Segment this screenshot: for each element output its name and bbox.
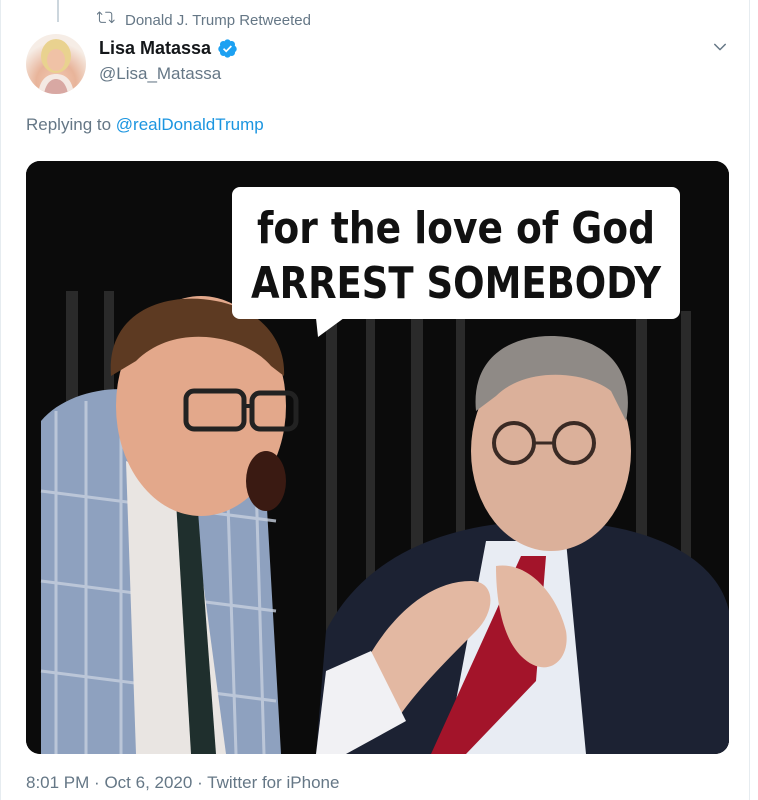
reply-mention-link[interactable]: @realDonaldTrump (116, 115, 264, 134)
media-speech-bubble: for the love of God ARREST SOMEBODY (232, 187, 680, 337)
replying-to-prefix: Replying to (26, 115, 116, 134)
author-handle[interactable]: @Lisa_Matassa (99, 64, 221, 84)
replying-to: Replying to @realDonaldTrump (26, 115, 264, 135)
tweet-card: Donald J. Trump Retweeted Lisa Matassa @… (0, 0, 750, 800)
tweet-timestamp[interactable]: 8:01 PM · Oct 6, 2020 · Twitter for iPho… (26, 773, 339, 793)
chevron-down-icon (711, 38, 729, 61)
author-display-name[interactable]: Lisa Matassa (99, 38, 211, 59)
retweet-context[interactable]: Donald J. Trump Retweeted (96, 9, 311, 31)
retweet-icon (96, 9, 115, 31)
thread-connector-line (57, 0, 59, 22)
author-name-row[interactable]: Lisa Matassa (99, 38, 238, 59)
timestamp-separator: · (197, 773, 203, 792)
tweet-date[interactable]: Oct 6, 2020 (104, 773, 192, 792)
speech-bubble-line-2: ARREST SOMEBODY (251, 258, 662, 309)
speech-bubble-line-1: for the love of God (257, 203, 655, 254)
tweet-menu-button[interactable] (709, 38, 731, 60)
tweet-source[interactable]: Twitter for iPhone (207, 773, 339, 792)
verified-badge-icon (217, 38, 238, 59)
retweet-label: Donald J. Trump Retweeted (125, 11, 311, 29)
avatar[interactable] (26, 34, 86, 94)
tweet-time[interactable]: 8:01 PM (26, 773, 89, 792)
timestamp-separator: · (94, 773, 100, 792)
tweet-media-image[interactable]: for the love of God ARREST SOMEBODY (26, 161, 729, 754)
